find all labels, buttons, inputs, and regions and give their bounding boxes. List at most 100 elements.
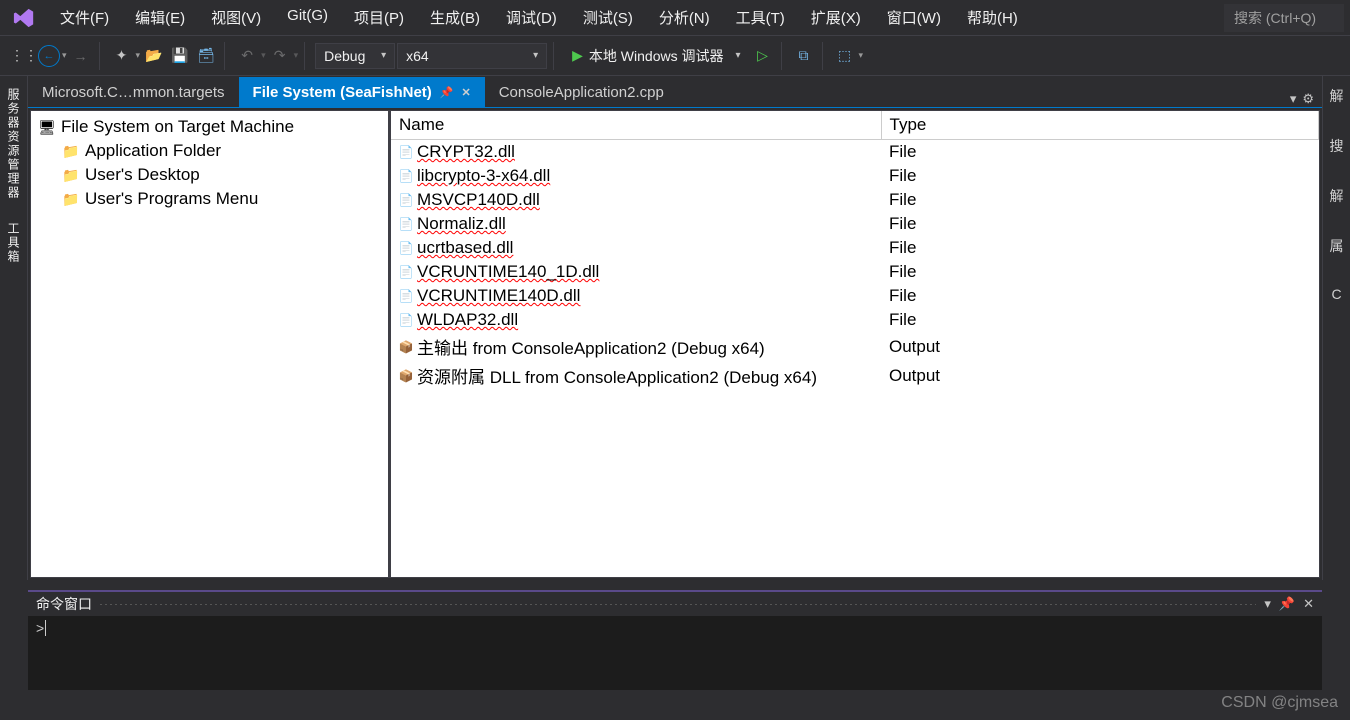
table-row[interactable]: 📄VCRUNTIME140_1D.dllFile — [391, 260, 1319, 284]
dropdown-icon[interactable]: ▾ — [261, 50, 266, 61]
file-icon: 📄 — [399, 169, 413, 183]
right-sidebar-tab[interactable]: 属 — [1330, 236, 1344, 256]
command-window-panel: 命令窗口 ▾ 📌 ✕ > — [28, 590, 1322, 690]
menu-6[interactable]: 调试(D) — [494, 3, 569, 32]
open-button[interactable]: 📂 — [142, 44, 166, 68]
file-type: File — [881, 164, 1319, 188]
sidebar-tab-server-explorer[interactable]: 服务器资源管理器 — [3, 84, 24, 204]
vs-logo-icon — [10, 4, 38, 32]
dropdown-icon[interactable]: ▾ — [294, 50, 299, 61]
platform-dropdown[interactable]: x64▾ — [397, 43, 547, 69]
browser-icon[interactable]: ⧉ — [792, 44, 816, 68]
menu-7[interactable]: 测试(S) — [571, 3, 645, 32]
menu-10[interactable]: 扩展(X) — [799, 3, 873, 32]
dropdown-icon[interactable]: ▾ — [62, 50, 67, 61]
redo-button[interactable]: ↷ — [268, 44, 292, 68]
file-icon: 📦 — [399, 340, 413, 354]
command-prompt: > — [36, 620, 44, 636]
panel-dropdown-icon[interactable]: ▾ — [1264, 596, 1271, 612]
file-type: Output — [881, 361, 1319, 390]
menu-11[interactable]: 窗口(W) — [875, 3, 953, 32]
nav-back-button[interactable]: ← — [38, 45, 60, 67]
col-type[interactable]: Type — [881, 111, 1319, 140]
dropdown-icon[interactable]: ▾ — [859, 50, 864, 61]
folder-icon: 📁 — [63, 191, 79, 207]
file-type: File — [881, 308, 1319, 332]
file-type: File — [881, 260, 1319, 284]
tree-pane[interactable]: 🖥 File System on Target Machine 📁Applica… — [31, 111, 391, 577]
file-icon: 📄 — [399, 313, 413, 327]
tabs-bar-controls: ▾ ⚙ — [1290, 91, 1322, 107]
file-name: VCRUNTIME140D.dll — [417, 286, 580, 306]
menu-items: 文件(F)编辑(E)视图(V)Git(G)项目(P)生成(B)调试(D)测试(S… — [48, 3, 1224, 32]
file-list-pane[interactable]: Name Type 📄CRYPT32.dllFile📄libcrypto-3-x… — [391, 111, 1319, 577]
right-sidebar-tab[interactable]: 解 — [1330, 186, 1344, 206]
undo-button[interactable]: ↶ — [235, 44, 259, 68]
file-type: File — [881, 212, 1319, 236]
tree-folder[interactable]: 📁User's Desktop — [33, 163, 386, 187]
tree-root[interactable]: 🖥 File System on Target Machine — [33, 115, 386, 139]
document-tab[interactable]: ConsoleApplication2.cpp — [485, 77, 678, 107]
dropdown-icon[interactable]: ▾ — [136, 50, 141, 61]
document-tab[interactable]: File System (SeaFishNet) 📌 ✕ — [239, 77, 485, 107]
file-name: CRYPT32.dll — [417, 142, 515, 162]
table-row[interactable]: 📄MSVCP140D.dllFile — [391, 188, 1319, 212]
right-sidebar-tab[interactable]: 解 — [1330, 86, 1344, 106]
content-wrap: Microsoft.C…mmon.targets File System (Sea… — [28, 76, 1322, 580]
menubar: 文件(F)编辑(E)视图(V)Git(G)项目(P)生成(B)调试(D)测试(S… — [0, 0, 1350, 36]
save-all-button[interactable]: 🗃 — [194, 44, 218, 68]
folder-icon: 📁 — [63, 143, 79, 159]
right-sidebar-tab[interactable]: 搜 — [1330, 136, 1344, 156]
file-table: Name Type 📄CRYPT32.dllFile📄libcrypto-3-x… — [391, 111, 1319, 390]
tab-label: Microsoft.C…mmon.targets — [42, 84, 225, 101]
left-sidebar: 服务器资源管理器 工具箱 — [0, 76, 28, 580]
menu-0[interactable]: 文件(F) — [48, 3, 121, 32]
panel-grip[interactable] — [100, 604, 1256, 605]
table-row[interactable]: 📄Normaliz.dllFile — [391, 212, 1319, 236]
config-dropdown[interactable]: Debug▾ — [315, 43, 395, 69]
menu-2[interactable]: 视图(V) — [199, 3, 273, 32]
right-sidebar-tab[interactable]: C — [1331, 286, 1341, 302]
menu-9[interactable]: 工具(T) — [724, 3, 797, 32]
search-input[interactable]: 搜索 (Ctrl+Q) — [1224, 4, 1344, 32]
table-row[interactable]: 📦资源附属 DLL from ConsoleApplication2 (Debu… — [391, 361, 1319, 390]
file-type: File — [881, 236, 1319, 260]
start-without-debug-button[interactable]: ▷ — [751, 44, 775, 68]
file-name: VCRUNTIME140_1D.dll — [417, 262, 599, 282]
file-name: ucrtbased.dll — [417, 238, 513, 258]
menu-3[interactable]: Git(G) — [275, 3, 340, 32]
close-icon[interactable]: ✕ — [461, 86, 470, 99]
start-debug-button[interactable]: ▶ 本地 Windows 调试器 ▾ — [564, 44, 748, 68]
tabs-dropdown-icon[interactable]: ▾ — [1290, 91, 1297, 107]
table-row[interactable]: 📄libcrypto-3-x64.dllFile — [391, 164, 1319, 188]
menu-5[interactable]: 生成(B) — [418, 3, 492, 32]
save-button[interactable]: 💾 — [168, 44, 192, 68]
table-row[interactable]: 📄VCRUNTIME140D.dllFile — [391, 284, 1319, 308]
table-row[interactable]: 📄ucrtbased.dllFile — [391, 236, 1319, 260]
table-row[interactable]: 📄WLDAP32.dllFile — [391, 308, 1319, 332]
document-tab[interactable]: Microsoft.C…mmon.targets — [28, 77, 239, 107]
menu-8[interactable]: 分析(N) — [647, 3, 722, 32]
pin-icon[interactable]: 📌 — [1279, 596, 1295, 612]
menu-12[interactable]: 帮助(H) — [955, 3, 1030, 32]
tab-label: File System (SeaFishNet) — [253, 84, 432, 101]
table-row[interactable]: 📄CRYPT32.dllFile — [391, 140, 1319, 165]
tree-folder[interactable]: 📁Application Folder — [33, 139, 386, 163]
close-icon[interactable]: ✕ — [1303, 596, 1314, 612]
watermark: CSDN @cjmsea — [1221, 694, 1338, 712]
pin-icon[interactable]: 📌 — [440, 86, 454, 99]
col-name[interactable]: Name — [391, 111, 881, 140]
command-window-header: 命令窗口 ▾ 📌 ✕ — [28, 592, 1322, 616]
nav-forward-button[interactable]: → — [69, 44, 93, 68]
command-window-body[interactable]: > — [28, 616, 1322, 641]
tree-folder[interactable]: 📁User's Programs Menu — [33, 187, 386, 211]
new-item-button[interactable]: ✦ — [110, 44, 134, 68]
menu-1[interactable]: 编辑(E) — [123, 3, 197, 32]
tabs-gear-icon[interactable]: ⚙ — [1302, 91, 1314, 107]
sidebar-tab-toolbox[interactable]: 工具箱 — [3, 218, 24, 268]
layout-icon[interactable]: ⬚ — [833, 44, 857, 68]
table-row[interactable]: 📦主输出 from ConsoleApplication2 (Debug x64… — [391, 332, 1319, 361]
file-type: File — [881, 140, 1319, 165]
play-icon: ▶ — [572, 47, 583, 64]
menu-4[interactable]: 项目(P) — [342, 3, 416, 32]
